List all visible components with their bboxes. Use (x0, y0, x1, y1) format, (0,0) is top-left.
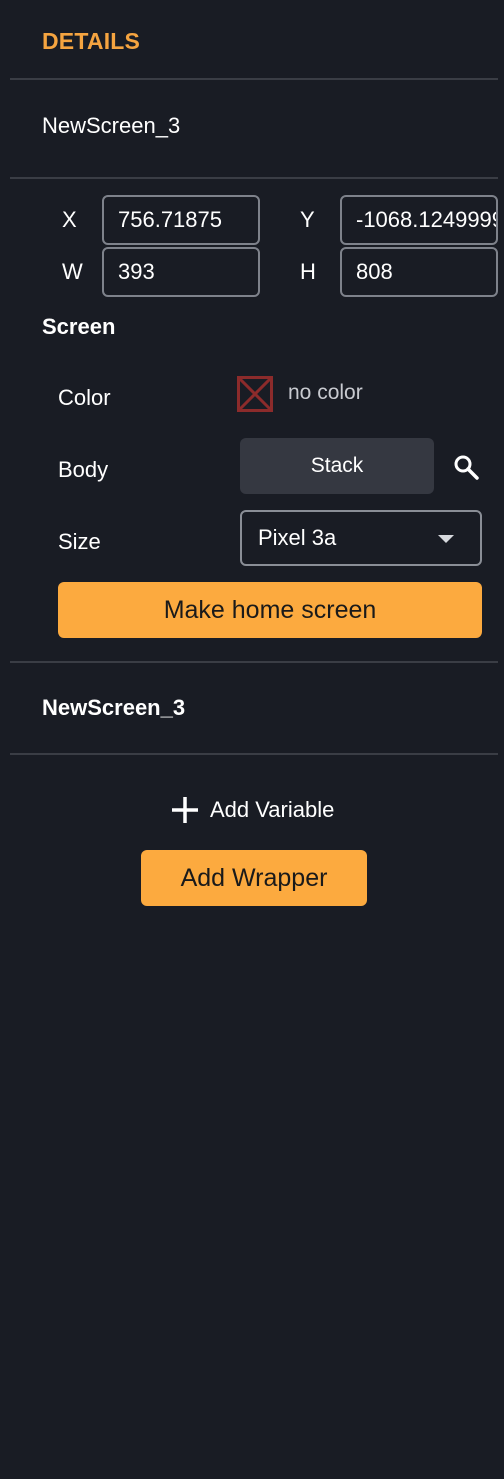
add-variable-label: Add Variable (210, 797, 335, 822)
details-panel: DETAILS NewScreen_3 X 756.71875 Y -1068.… (0, 0, 504, 1479)
no-color-icon[interactable] (237, 376, 273, 412)
y-input[interactable]: -1068.1249999 (340, 195, 498, 245)
y-label: Y (300, 207, 315, 232)
screen-heading: Screen (42, 314, 116, 339)
divider (10, 177, 498, 179)
screen-name: NewScreen_3 (42, 113, 181, 138)
x-input[interactable]: 756.71875 (102, 195, 260, 245)
body-button[interactable]: Stack (240, 438, 434, 494)
w-input[interactable]: 393 (102, 247, 260, 297)
chevron-down-icon (438, 535, 454, 543)
x-label: X (62, 207, 77, 232)
variables-section-title: NewScreen_3 (42, 695, 186, 720)
make-home-screen-button[interactable]: Make home screen (58, 582, 482, 638)
h-label: H (300, 259, 316, 284)
add-wrapper-button[interactable]: Add Wrapper (141, 850, 367, 906)
size-select-value: Pixel 3a (258, 525, 337, 550)
color-value: no color (288, 381, 363, 404)
divider (10, 661, 498, 663)
size-label: Size (58, 529, 101, 554)
h-input[interactable]: 808 (340, 247, 498, 297)
size-select[interactable]: Pixel 3a (240, 510, 482, 566)
panel-title: DETAILS (42, 28, 141, 54)
body-label: Body (58, 457, 109, 482)
plus-icon (172, 797, 198, 823)
add-variable-button[interactable]: Add Variable (170, 792, 334, 828)
divider (10, 753, 498, 755)
color-label: Color (58, 385, 111, 410)
divider (10, 78, 498, 80)
search-icon[interactable] (453, 454, 479, 480)
w-label: W (62, 259, 83, 284)
